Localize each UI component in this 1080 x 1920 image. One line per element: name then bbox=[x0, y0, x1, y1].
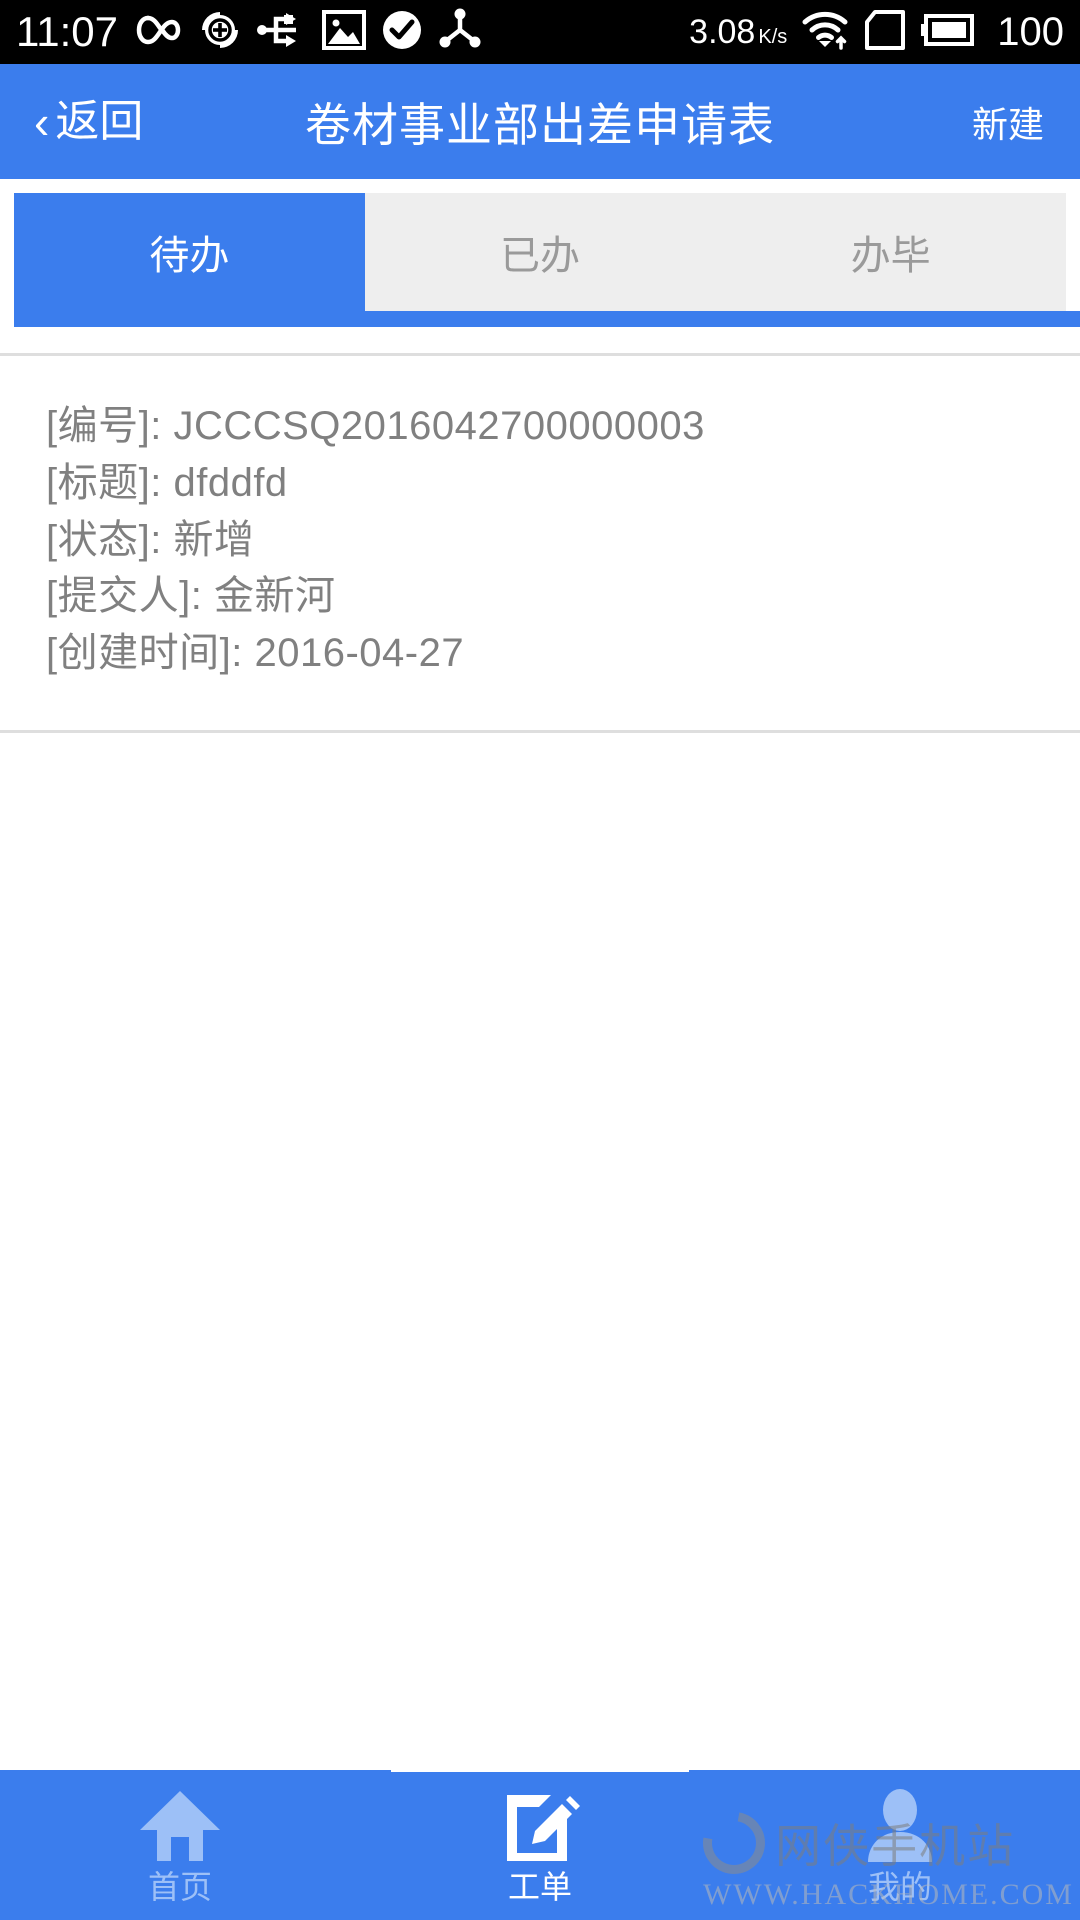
image-icon bbox=[322, 9, 366, 55]
back-button[interactable]: ‹ 返回 bbox=[34, 99, 143, 145]
status-right-icons: 3.08 K/s 100 bbox=[689, 9, 1064, 56]
sim-card-icon bbox=[863, 9, 907, 56]
nav-label-mine: 我的 bbox=[867, 1869, 932, 1905]
status-clock: 11:07 bbox=[16, 8, 118, 55]
field-row-code: [编号]: JCCCSQ2016042700000003 bbox=[46, 398, 1034, 455]
chevron-left-icon: ‹ bbox=[34, 95, 50, 148]
field-label-submitter: [提交人]: bbox=[46, 574, 203, 619]
field-label-title: [标题]: bbox=[46, 460, 162, 505]
field-label-code: [编号]: bbox=[46, 404, 162, 448]
tab-pending[interactable]: 待办 bbox=[14, 193, 365, 311]
empty-content-area bbox=[0, 795, 1080, 1770]
field-row-status: [状态]: 新增 bbox=[46, 512, 1034, 569]
check-circle-icon bbox=[380, 8, 424, 57]
page-title: 卷材事业部出差申请表 bbox=[305, 98, 775, 151]
back-button-label: 返回 bbox=[55, 96, 144, 146]
network-rate: 3.08 K/s bbox=[689, 13, 787, 52]
bottom-nav-bar: 首页 工单 我的 bbox=[0, 1752, 1080, 1920]
new-button[interactable]: 新建 bbox=[972, 96, 1044, 148]
status-left-icons bbox=[136, 8, 482, 57]
usb-icon bbox=[256, 10, 308, 55]
battery-percent: 100 bbox=[997, 9, 1064, 54]
sync-add-icon bbox=[198, 8, 242, 57]
field-value-title: dfddfd bbox=[173, 460, 288, 505]
nav-label-workorder: 工单 bbox=[507, 1869, 572, 1905]
tab-bar: 待办 已办 办毕 bbox=[0, 179, 1080, 327]
field-value-status: 新增 bbox=[173, 517, 255, 562]
nav-active-notch bbox=[391, 1752, 689, 1772]
nav-label-home: 首页 bbox=[147, 1869, 212, 1905]
network-rate-value: 3.08 bbox=[689, 12, 756, 51]
tab-underline bbox=[14, 311, 1080, 327]
tab-completed[interactable]: 办毕 bbox=[715, 193, 1067, 311]
app-header: ‹ 返回 卷材事业部出差申请表 新建 bbox=[0, 64, 1080, 179]
status-bar: 11:07 3.08 K/s 100 bbox=[0, 0, 1080, 64]
field-value-code: JCCCSQ2016042700000003 bbox=[173, 404, 705, 448]
nav-item-mine[interactable]: 我的 bbox=[720, 1770, 1080, 1920]
edit-document-icon bbox=[499, 1787, 581, 1865]
home-icon bbox=[137, 1787, 223, 1865]
network-rate-unit: K/s bbox=[758, 25, 788, 48]
share-nodes-icon bbox=[438, 8, 482, 57]
field-row-created: [创建时间]: 2016-04-27 bbox=[46, 625, 1034, 682]
nav-item-home[interactable]: 首页 bbox=[0, 1770, 360, 1920]
field-label-created: [创建时间]: bbox=[46, 631, 243, 676]
list-item[interactable]: [编号]: JCCCSQ2016042700000003 [标题]: dfddf… bbox=[0, 353, 1080, 733]
field-value-created: 2016-04-27 bbox=[254, 631, 465, 676]
battery-icon bbox=[921, 12, 977, 53]
person-icon bbox=[862, 1787, 938, 1865]
infinity-icon bbox=[136, 12, 184, 53]
field-label-status: [状态]: bbox=[46, 517, 162, 562]
wifi-icon bbox=[801, 10, 849, 55]
field-row-title: [标题]: dfddfd bbox=[46, 455, 1034, 512]
field-value-submitter: 金新河 bbox=[213, 574, 336, 619]
field-row-submitter: [提交人]: 金新河 bbox=[46, 568, 1034, 625]
tab-processed[interactable]: 已办 bbox=[364, 193, 716, 311]
nav-item-workorder[interactable]: 工单 bbox=[360, 1752, 720, 1920]
tab-row: 待办 已办 办毕 bbox=[14, 193, 1067, 311]
phone-screen: 11:07 3.08 K/s 100 ‹ 返回 卷材事业部出差申请表 新建 待办… bbox=[0, 0, 1080, 1920]
